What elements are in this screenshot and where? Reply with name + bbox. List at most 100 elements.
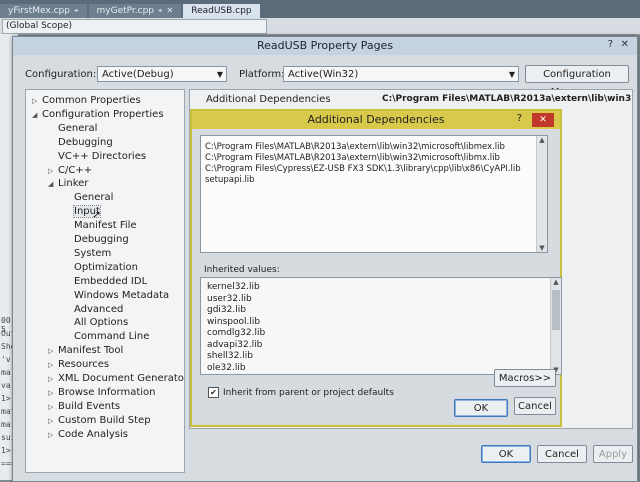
tree-item[interactable]: ◢ Linker — [48, 177, 88, 190]
expand-arrow-icon[interactable]: ▷ — [48, 373, 58, 386]
tab-label: myGetPr.cpp — [96, 6, 155, 16]
expand-arrow-icon[interactable]: ◢ — [48, 178, 58, 191]
inherit-checkbox[interactable]: ✔ Inherit from parent or project default… — [208, 387, 394, 398]
inherited-item: winspool.lib — [207, 316, 261, 327]
expand-arrow-icon[interactable]: ▷ — [32, 95, 42, 108]
document-tab-bar: yFirstMex.cpp ⌖ myGetPr.cpp ⌖ ✕ ReadUSB.… — [0, 0, 640, 18]
expand-arrow-icon[interactable]: ▷ — [48, 359, 58, 372]
tree-item[interactable]: General — [48, 122, 97, 135]
inherited-item: kernel32.lib — [207, 282, 260, 292]
scroll-thumb[interactable] — [552, 290, 560, 330]
close-icon[interactable]: ✕ — [167, 4, 174, 18]
inherited-values-list: ▲ ▼ kernel32.libuser32.libgdi32.libwinsp… — [200, 277, 562, 375]
expand-arrow-icon[interactable]: ▷ — [48, 429, 58, 442]
property-value[interactable]: C:\Program Files\MATLAB\R2013a\extern\li… — [382, 94, 632, 104]
tree-item[interactable]: Advanced — [64, 303, 123, 316]
tab-label: yFirstMex.cpp — [8, 6, 70, 16]
property-name[interactable]: Additional Dependencies — [206, 94, 331, 105]
checkbox-icon[interactable]: ✔ — [208, 387, 219, 398]
tab-readusb[interactable]: ReadUSB.cpp — [183, 4, 260, 18]
scroll-up-icon[interactable]: ▲ — [537, 136, 547, 144]
property-tree[interactable]: ▷ Common Properties ◢ Configuration Propert… — [25, 89, 185, 473]
tree-item-label: Custom Build Step — [58, 414, 151, 426]
tree-item[interactable]: Command Line — [64, 330, 149, 343]
ok-button[interactable]: OK — [454, 399, 508, 417]
dependencies-textbox[interactable]: ▲ ▼ C:\Program Files\MATLAB\R2013a\exter… — [200, 135, 548, 253]
scroll-down-icon[interactable]: ▼ — [537, 244, 547, 252]
tree-item[interactable]: General — [64, 191, 113, 204]
expand-arrow-icon[interactable]: ▷ — [48, 401, 58, 414]
pin-icon[interactable]: ⌖ — [74, 4, 79, 18]
configuration-dropdown[interactable]: Active(Debug) ▼ — [97, 66, 227, 82]
tab-mygetpr[interactable]: myGetPr.cpp ⌖ ✕ — [88, 4, 182, 18]
tree-item[interactable]: Windows Metadata — [64, 289, 169, 302]
inherited-item: ole32.lib — [207, 362, 246, 373]
tree-item[interactable]: ▷ Common Properties — [32, 94, 141, 107]
tree-item[interactable]: System — [64, 247, 111, 260]
help-icon[interactable]: ? — [608, 39, 613, 50]
tree-item-label: VC++ Directories — [58, 150, 147, 162]
tree-item[interactable]: ◢ Configuration Properties — [32, 108, 164, 121]
tree-item-label: System — [74, 247, 112, 259]
dependency-line[interactable]: C:\Program Files\MATLAB\R2013a\extern\li… — [205, 142, 505, 152]
tree-item[interactable]: ▷ Manifest Tool — [48, 344, 123, 357]
tree-item[interactable]: ▷ Code Analysis — [48, 428, 128, 441]
dialog-title: ReadUSB Property Pages — [13, 37, 637, 55]
tree-item[interactable]: All Options — [64, 316, 128, 329]
sub-dialog-title: Additional Dependencies — [192, 111, 560, 129]
mouse-pointer-icon: ➚ — [92, 208, 102, 221]
inherited-item: shell32.lib — [207, 351, 253, 361]
ok-button[interactable]: OK — [481, 445, 531, 463]
macros-button[interactable]: Macros>> — [494, 369, 556, 387]
inherited-item: gdi32.lib — [207, 305, 246, 315]
apply-button[interactable]: Apply — [593, 445, 633, 463]
tree-item[interactable]: ▷ Build Events — [48, 400, 120, 413]
tree-item[interactable]: ▷ C/C++ — [48, 164, 92, 177]
inherited-item: advapi32.lib — [207, 339, 263, 350]
cancel-button[interactable]: Cancel — [537, 445, 587, 463]
scrollbar[interactable]: ▲ ▼ — [550, 278, 561, 374]
expand-arrow-icon[interactable]: ▷ — [48, 387, 58, 400]
inherit-checkbox-label: Inherit from parent or project defaults — [223, 387, 394, 398]
tree-item[interactable]: Manifest File — [64, 219, 137, 232]
tree-item[interactable]: ▷ Browse Information — [48, 386, 155, 399]
tree-item[interactable]: Optimization — [64, 261, 138, 274]
scope-bar: (Global Scope) — [0, 18, 640, 35]
tree-item[interactable]: ▷ XML Document Generator — [48, 372, 184, 386]
tree-item-label: Manifest File — [74, 220, 137, 232]
dependency-line[interactable]: C:\Program Files\MATLAB\R2013a\extern\li… — [205, 153, 500, 163]
scroll-up-icon[interactable]: ▲ — [551, 278, 561, 286]
platform-dropdown[interactable]: Active(Win32) ▼ — [283, 66, 519, 82]
tree-item-label: Manifest Tool — [58, 345, 124, 357]
expand-arrow-icon[interactable]: ▷ — [48, 345, 58, 358]
scrollbar[interactable]: ▲ ▼ — [536, 136, 547, 252]
cancel-button[interactable]: Cancel — [514, 397, 556, 415]
tree-item[interactable]: Embedded IDL — [64, 275, 147, 288]
tree-item-label: General — [74, 192, 114, 204]
tree-item-label: C/C++ — [58, 164, 93, 176]
configuration-row: Configuration: Active(Debug) ▼ Platform:… — [13, 65, 637, 98]
dependency-line[interactable]: setupapi.lib — [205, 175, 255, 185]
tree-item[interactable]: Debugging — [64, 233, 129, 246]
tree-item[interactable]: ▷ Custom Build Step — [48, 414, 151, 427]
inherited-item: user32.lib — [207, 293, 252, 304]
tree-item[interactable]: VC++ Directories — [48, 150, 146, 163]
expand-arrow-icon[interactable]: ▷ — [48, 415, 58, 428]
inherited-item: comdlg32.lib — [207, 328, 266, 338]
close-icon[interactable]: ✕ — [532, 113, 554, 127]
tree-item[interactable]: Debugging — [48, 136, 113, 149]
help-icon[interactable]: ? — [517, 113, 522, 124]
tree-item-label: Browse Information — [58, 386, 156, 398]
configuration-manager-button[interactable]: Configuration Manager... — [525, 65, 629, 98]
pin-icon[interactable]: ⌖ — [158, 4, 163, 18]
dependency-line[interactable]: C:\Program Files\Cypress\EZ-USB FX3 SDK\… — [205, 164, 521, 174]
tree-item-label: Resources — [58, 359, 110, 371]
scope-dropdown[interactable]: (Global Scope) — [2, 19, 267, 34]
expand-arrow-icon[interactable]: ▷ — [48, 165, 58, 178]
tree-item[interactable]: ▷ Resources — [48, 358, 109, 371]
expand-arrow-icon[interactable]: ◢ — [32, 109, 42, 122]
tab-yfirstmex[interactable]: yFirstMex.cpp ⌖ — [0, 4, 87, 18]
configuration-label: Configuration: — [25, 69, 97, 80]
tree-item-label: Code Analysis — [58, 428, 128, 440]
close-icon[interactable]: ✕ — [621, 39, 629, 50]
